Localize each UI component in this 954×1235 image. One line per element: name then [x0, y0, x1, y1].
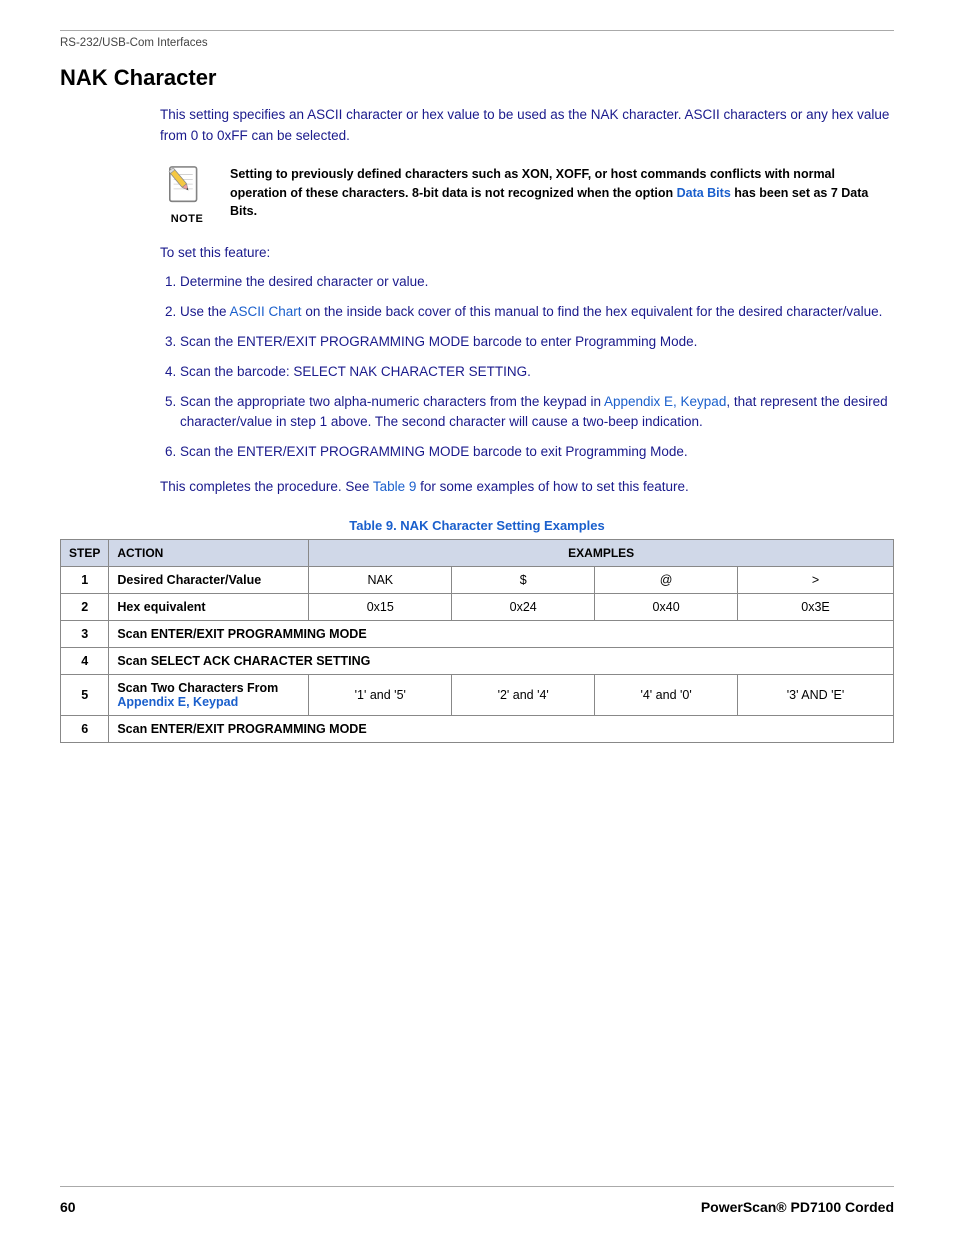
table-row: 5 Scan Two Characters From Appendix E, K… — [61, 675, 894, 716]
closing-text: This completes the procedure. See Table … — [160, 477, 894, 498]
step-num-5: 5 — [61, 675, 109, 716]
table-title: Table 9. NAK Character Setting Examples — [60, 518, 894, 533]
col-header-examples: EXAMPLES — [309, 540, 894, 567]
page-number: 60 — [60, 1199, 76, 1215]
example-5-1: '1' and '5' — [309, 675, 452, 716]
note-text-content: Setting to previously defined characters… — [230, 165, 894, 221]
action-3: Scan ENTER/EXIT PROGRAMMING MODE — [109, 621, 894, 648]
note-box: NOTE Setting to previously defined chara… — [160, 165, 894, 225]
col-header-step: STEP — [61, 540, 109, 567]
col-header-action: ACTION — [109, 540, 309, 567]
example-2-4: 0x3E — [738, 594, 894, 621]
section-title: NAK Character — [60, 65, 894, 91]
note-label: NOTE — [171, 213, 204, 225]
example-1-4: > — [738, 567, 894, 594]
example-5-3: '4' and '0' — [595, 675, 738, 716]
example-2-1: 0x15 — [309, 594, 452, 621]
step-3: Scan the ENTER/EXIT PROGRAMMING MODE bar… — [180, 332, 894, 353]
example-1-1: NAK — [309, 567, 452, 594]
action-1: Desired Character/Value — [109, 567, 309, 594]
action-5-line1: Scan Two Characters From — [117, 681, 278, 695]
step-5: Scan the appropriate two alpha-numeric c… — [180, 392, 894, 434]
example-1-3: @ — [595, 567, 738, 594]
note-pencil-icon — [165, 165, 209, 209]
example-2-2: 0x24 — [452, 594, 595, 621]
table-row: 1 Desired Character/Value NAK $ @ > — [61, 567, 894, 594]
step-num-4: 4 — [61, 648, 109, 675]
table-row: 3 Scan ENTER/EXIT PROGRAMMING MODE — [61, 621, 894, 648]
step-num-2: 2 — [61, 594, 109, 621]
footer: 60 PowerScan® PD7100 Corded — [60, 1199, 894, 1215]
bottom-rule — [60, 1186, 894, 1187]
step-5-after: , that represent the desired character/v… — [180, 394, 888, 430]
note-icon-container: NOTE — [160, 165, 214, 225]
step-num-6: 6 — [61, 716, 109, 743]
intro-text: This setting specifies an ASCII characte… — [160, 105, 894, 147]
top-rule — [60, 30, 894, 31]
product-name: PowerScan® PD7100 Corded — [701, 1199, 894, 1215]
example-5-4: '3' AND 'E' — [738, 675, 894, 716]
action-2: Hex equivalent — [109, 594, 309, 621]
table-row: 6 Scan ENTER/EXIT PROGRAMMING MODE — [61, 716, 894, 743]
steps-list: Determine the desired character or value… — [160, 272, 894, 463]
example-2-3: 0x40 — [595, 594, 738, 621]
step-num-3: 3 — [61, 621, 109, 648]
step-2: Use the ASCII Chart on the inside back c… — [180, 302, 894, 323]
table-row: 2 Hex equivalent 0x15 0x24 0x40 0x3E — [61, 594, 894, 621]
breadcrumb: RS-232/USB-Com Interfaces — [60, 37, 894, 49]
table9-link[interactable]: Table 9 — [373, 479, 417, 494]
nak-character-table: STEP ACTION EXAMPLES 1 Desired Character… — [60, 539, 894, 743]
step-2-after: on the inside back cover of this manual … — [302, 304, 883, 319]
step-4: Scan the barcode: SELECT NAK CHARACTER S… — [180, 362, 894, 383]
action-5: Scan Two Characters From Appendix E, Key… — [109, 675, 309, 716]
step-num-1: 1 — [61, 567, 109, 594]
step-1: Determine the desired character or value… — [180, 272, 894, 293]
table-row: 4 Scan SELECT ACK CHARACTER SETTING — [61, 648, 894, 675]
page: RS-232/USB-Com Interfaces NAK Character … — [0, 0, 954, 1235]
step-6: Scan the ENTER/EXIT PROGRAMMING MODE bar… — [180, 442, 894, 463]
appendix-e-link[interactable]: Appendix E, Keypad — [604, 394, 726, 409]
action-4: Scan SELECT ACK CHARACTER SETTING — [109, 648, 894, 675]
appendix-e-table-link[interactable]: Appendix E, Keypad — [117, 695, 238, 709]
example-1-2: $ — [452, 567, 595, 594]
example-5-2: '2' and '4' — [452, 675, 595, 716]
closing-after: for some examples of how to set this fea… — [416, 479, 688, 494]
to-set-text: To set this feature: — [160, 245, 894, 260]
action-6: Scan ENTER/EXIT PROGRAMMING MODE — [109, 716, 894, 743]
closing-before: This completes the procedure. See — [160, 479, 373, 494]
ascii-chart-link[interactable]: ASCII Chart — [230, 304, 302, 319]
note-data-bits-link[interactable]: Data Bits — [677, 186, 731, 200]
